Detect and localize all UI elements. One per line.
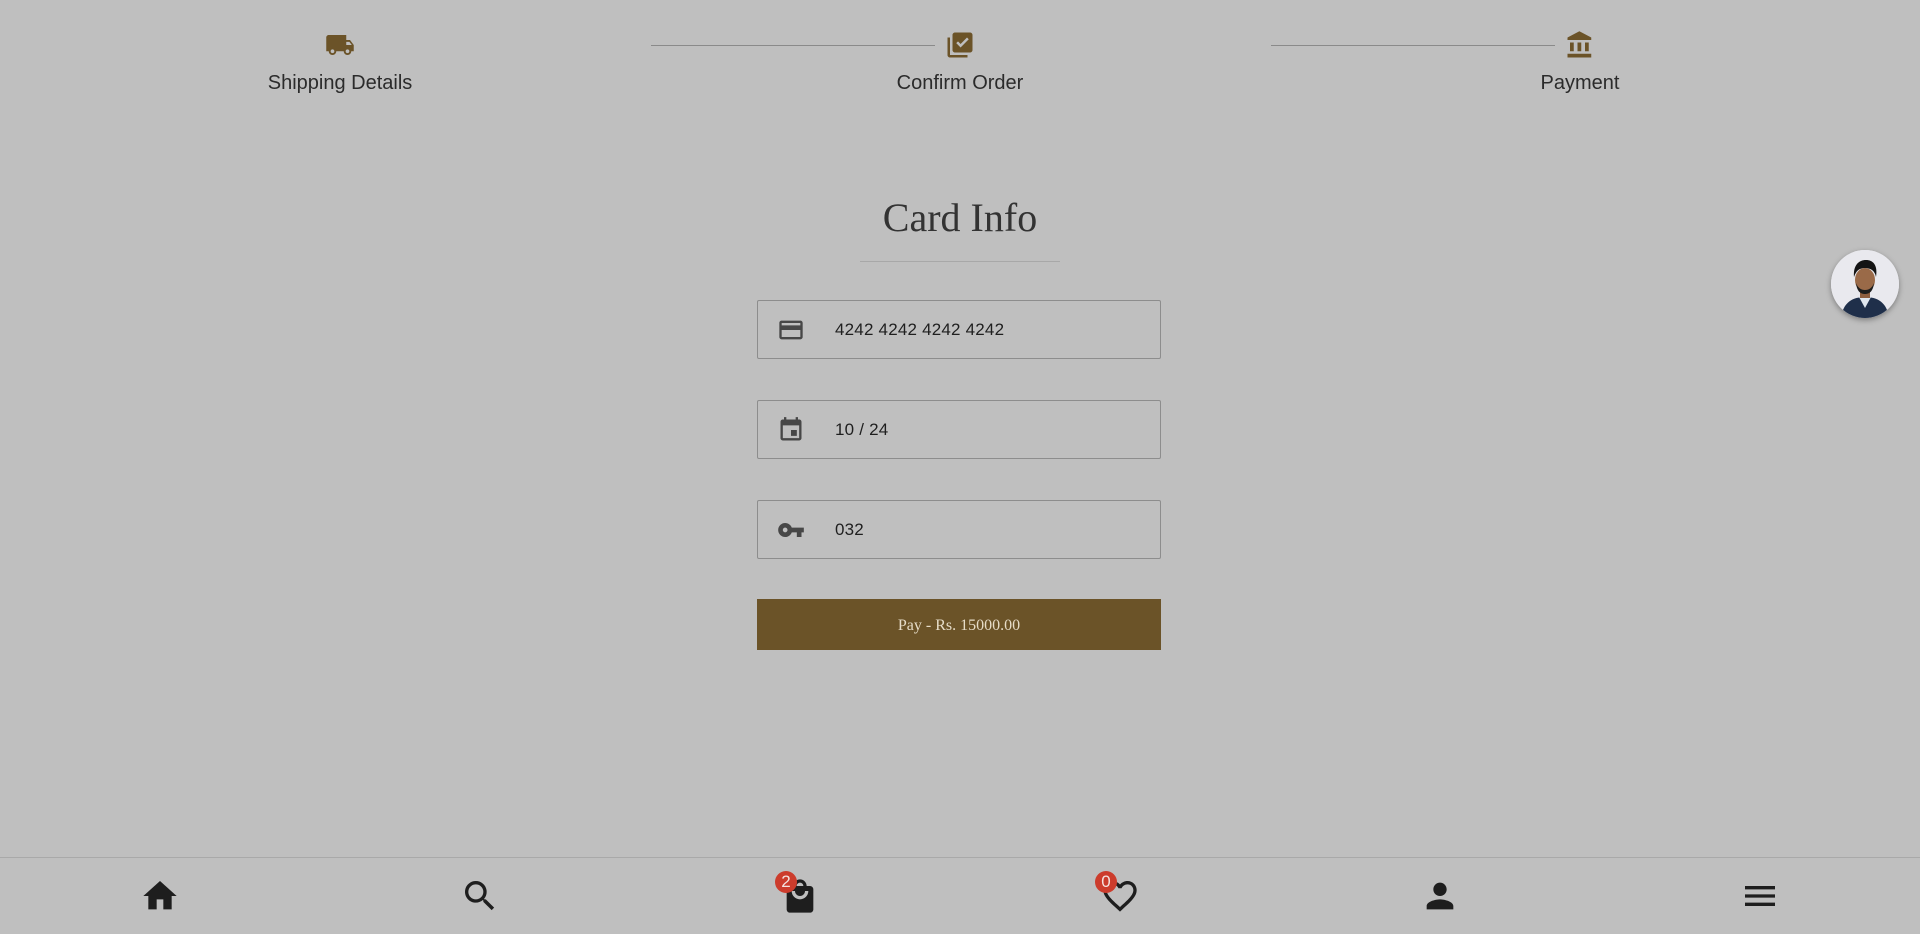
step-payment: Payment bbox=[1450, 30, 1710, 95]
nav-wishlist[interactable]: 0 bbox=[1095, 871, 1140, 916]
nav-home[interactable] bbox=[140, 876, 180, 916]
person-icon bbox=[1426, 882, 1454, 910]
checkout-stepper: Shipping Details Confirm Order Payment bbox=[0, 0, 1920, 120]
expiry-date-field[interactable]: 10 / 24 bbox=[757, 400, 1161, 459]
bank-icon bbox=[1565, 30, 1595, 60]
nav-account[interactable] bbox=[1420, 876, 1460, 916]
checklist-icon bbox=[945, 30, 975, 60]
card-number-value[interactable]: 4242 4242 4242 4242 bbox=[835, 301, 1004, 358]
truck-icon bbox=[325, 30, 355, 60]
step-confirm-order: Confirm Order bbox=[830, 30, 1090, 95]
card-number-field[interactable]: 4242 4242 4242 4242 bbox=[757, 300, 1161, 359]
search-icon bbox=[465, 881, 495, 911]
step-label: Payment bbox=[1540, 72, 1620, 94]
page-title: Card Info bbox=[882, 195, 1038, 240]
calendar-icon bbox=[777, 416, 805, 444]
wishlist-count-badge: 0 bbox=[1095, 871, 1117, 893]
nav-search[interactable] bbox=[460, 876, 500, 916]
nav-cart[interactable]: 2 bbox=[775, 871, 820, 916]
title-divider bbox=[860, 261, 1060, 262]
cart-count-badge: 2 bbox=[775, 871, 797, 893]
cvc-field[interactable]: 032 bbox=[757, 500, 1161, 559]
avatar-image bbox=[1831, 250, 1899, 318]
step-label: Shipping Details bbox=[267, 72, 413, 94]
step-label: Confirm Order bbox=[896, 72, 1024, 94]
credit-card-icon bbox=[777, 316, 805, 344]
key-icon bbox=[777, 516, 805, 544]
nav-menu[interactable] bbox=[1740, 876, 1780, 916]
bottom-navigation: 2 0 bbox=[0, 857, 1920, 934]
cvc-value[interactable]: 032 bbox=[835, 501, 864, 558]
home-icon bbox=[143, 881, 177, 910]
step-shipping-details: Shipping Details bbox=[210, 30, 470, 95]
menu-icon bbox=[1745, 886, 1775, 906]
expiry-date-value[interactable]: 10 / 24 bbox=[835, 401, 888, 458]
chat-avatar[interactable] bbox=[1831, 250, 1899, 318]
pay-button[interactable]: Pay - Rs. 15000.00 bbox=[757, 599, 1161, 650]
